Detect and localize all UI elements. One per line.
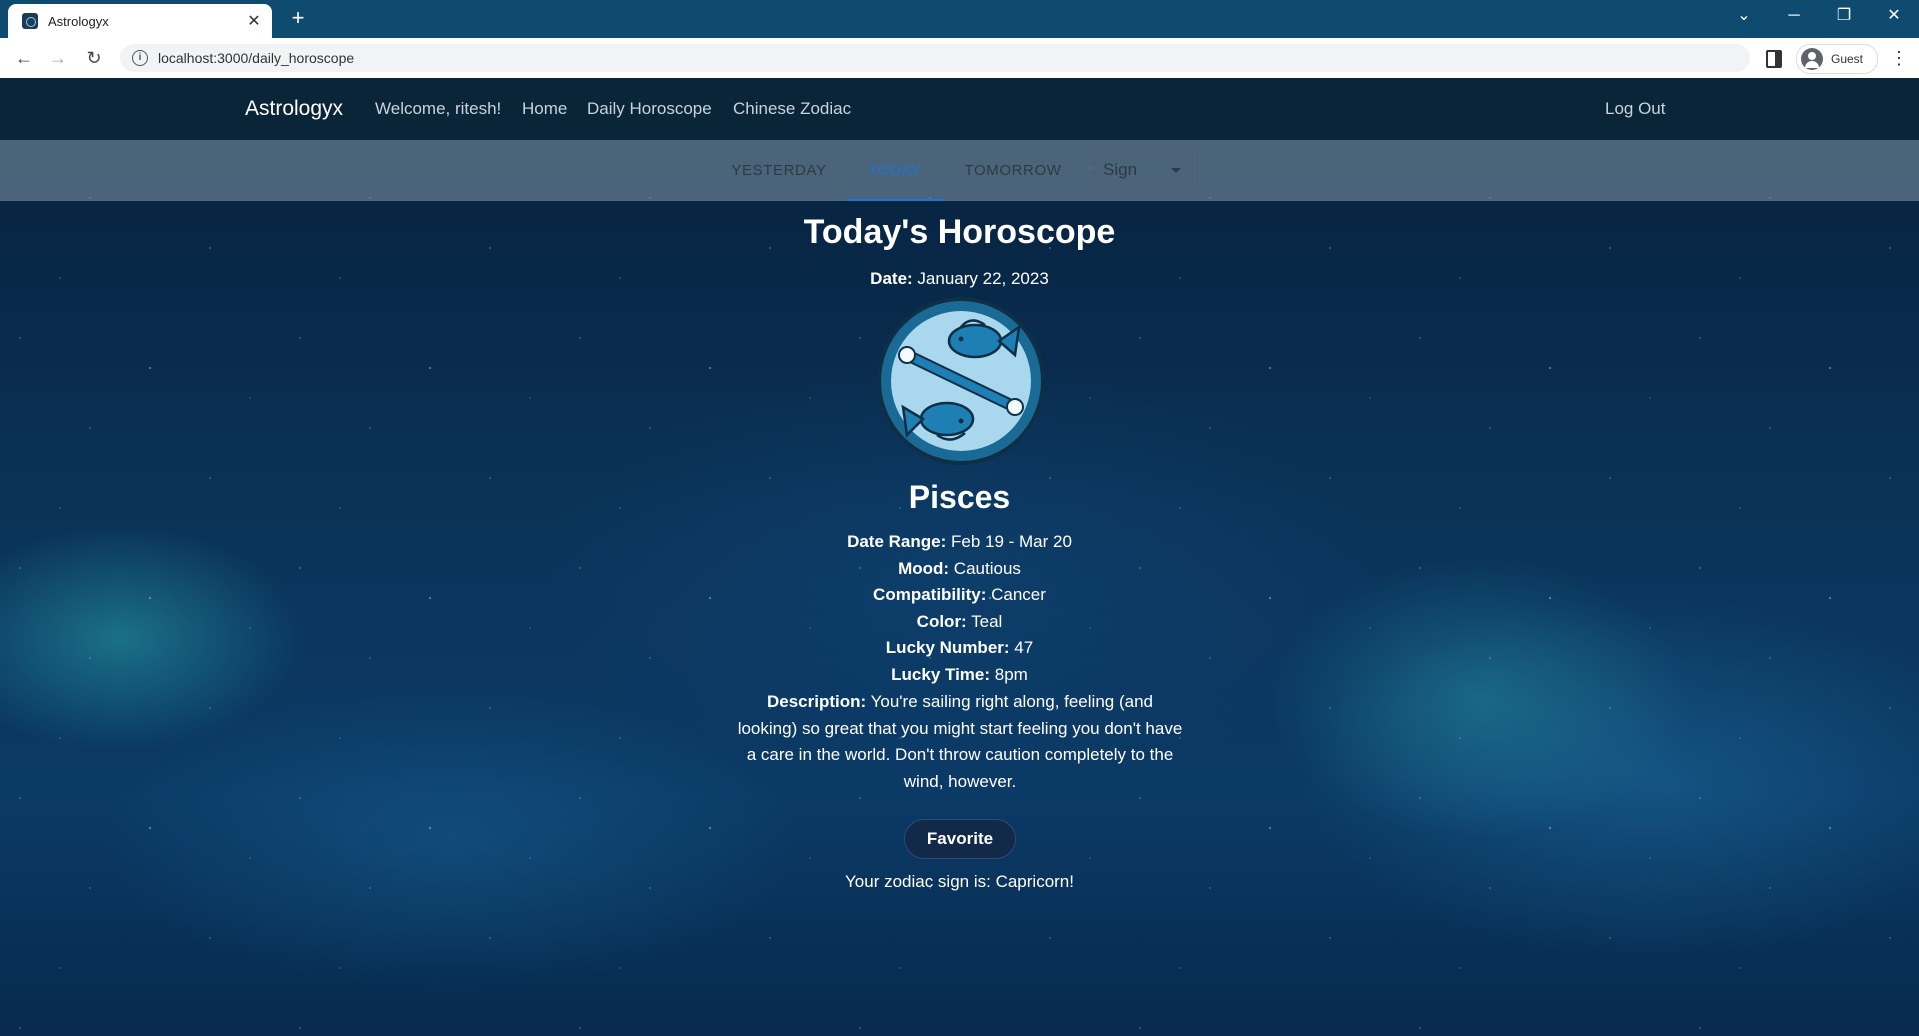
lucky-time-label: Lucky Time: [891, 665, 991, 684]
page-title: Today's Horoscope [803, 213, 1116, 251]
profile-label: Guest [1831, 52, 1864, 66]
sign-select-value: Sign [1103, 160, 1138, 179]
lucky-time-row: Lucky Time: 8pm [0, 665, 1919, 685]
back-icon[interactable]: ← [12, 46, 36, 70]
nav-home-link[interactable]: Home [522, 99, 567, 119]
dropdown-caret-icon [1171, 167, 1181, 173]
compatibility-row: Compatibility: Cancer [0, 585, 1919, 605]
description-paragraph: Description: You're sailing right along,… [735, 689, 1185, 795]
sign-select[interactable]: Sign [1088, 149, 1196, 191]
date-value: January 22, 2023 [917, 269, 1049, 288]
mood-label: Mood: [898, 559, 950, 578]
browser-toolbar: ← → ↻ i localhost:3000/daily_horoscope G… [0, 38, 1919, 79]
tab-yesterday[interactable]: YESTERDAY [722, 140, 836, 201]
tab-today[interactable]: TODAY [846, 140, 944, 201]
window-close-icon[interactable]: ✕ [1869, 0, 1919, 32]
description-label: Description: [767, 692, 867, 711]
profile-button[interactable]: Guest [1796, 44, 1878, 74]
address-bar[interactable]: i localhost:3000/daily_horoscope [120, 44, 1750, 72]
date-range-label: Date Range: [847, 532, 947, 551]
nav-chinese-zodiac-link[interactable]: Chinese Zodiac [733, 99, 851, 119]
nav-daily-horoscope-link[interactable]: Daily Horoscope [587, 99, 712, 119]
minimize-icon[interactable]: ─ [1769, 0, 1819, 32]
zodiac-sign-message: Your zodiac sign is: Capricorn! [845, 872, 1074, 891]
lucky-time-value: 8pm [994, 665, 1028, 684]
tab-tomorrow[interactable]: TOMORROW [954, 140, 1072, 201]
color-label: Color: [916, 612, 967, 631]
tab-close-icon[interactable]: ✕ [242, 11, 266, 31]
color-value: Teal [971, 612, 1003, 631]
compatibility-value: Cancer [991, 585, 1046, 604]
lucky-number-value: 47 [1014, 638, 1034, 657]
day-tabs-bar: YESTERDAY TODAY TOMORROW Sign [0, 140, 1919, 201]
date-range-row: Date Range: Feb 19 - Mar 20 [0, 532, 1919, 552]
date-range-value: Feb 19 - Mar 20 [950, 532, 1072, 551]
date-line: Date: January 22, 2023 [0, 269, 1919, 289]
side-panel-icon[interactable] [1766, 50, 1782, 68]
lucky-number-row: Lucky Number: 47 [0, 638, 1919, 658]
forward-icon[interactable]: → [46, 46, 70, 70]
browser-tab-strip: Astrologyx ✕ + ⌄ ─ ❐ ✕ [0, 0, 1919, 38]
profile-avatar-icon [1801, 48, 1823, 70]
welcome-text: Welcome, ritesh! [375, 99, 502, 118]
page-viewport: Astrologyx Welcome, ritesh! Home Daily H… [0, 78, 1919, 1036]
site-info-icon[interactable]: i [132, 50, 148, 66]
new-tab-button[interactable]: + [286, 6, 310, 30]
date-label: Date: [870, 269, 913, 288]
color-row: Color: Teal [0, 612, 1919, 632]
url-text: localhost:3000/daily_horoscope [158, 50, 355, 66]
browser-menu-icon[interactable]: ⋮ [1890, 48, 1908, 68]
pisces-fish-icon [877, 297, 1045, 465]
top-navbar: Astrologyx Welcome, ritesh! Home Daily H… [0, 78, 1919, 140]
restore-icon[interactable]: ❐ [1819, 0, 1869, 32]
mood-row: Mood: Cautious [0, 559, 1919, 579]
compatibility-label: Compatibility: [873, 585, 987, 604]
sign-name: Pisces [908, 479, 1011, 515]
favorite-button[interactable]: Favorite [904, 819, 1016, 859]
tab-search-chevron-icon[interactable]: ⌄ [1719, 0, 1769, 32]
browser-tab[interactable]: Astrologyx ✕ [8, 4, 272, 38]
brand-logo[interactable]: Astrologyx [245, 97, 343, 121]
react-favicon-icon [22, 13, 38, 29]
lucky-number-label: Lucky Number: [885, 638, 1010, 657]
logout-link[interactable]: Log Out [1605, 99, 1666, 119]
reload-icon[interactable]: ↻ [82, 46, 106, 70]
mood-value: Cautious [953, 559, 1021, 578]
tab-title: Astrologyx [48, 13, 109, 29]
